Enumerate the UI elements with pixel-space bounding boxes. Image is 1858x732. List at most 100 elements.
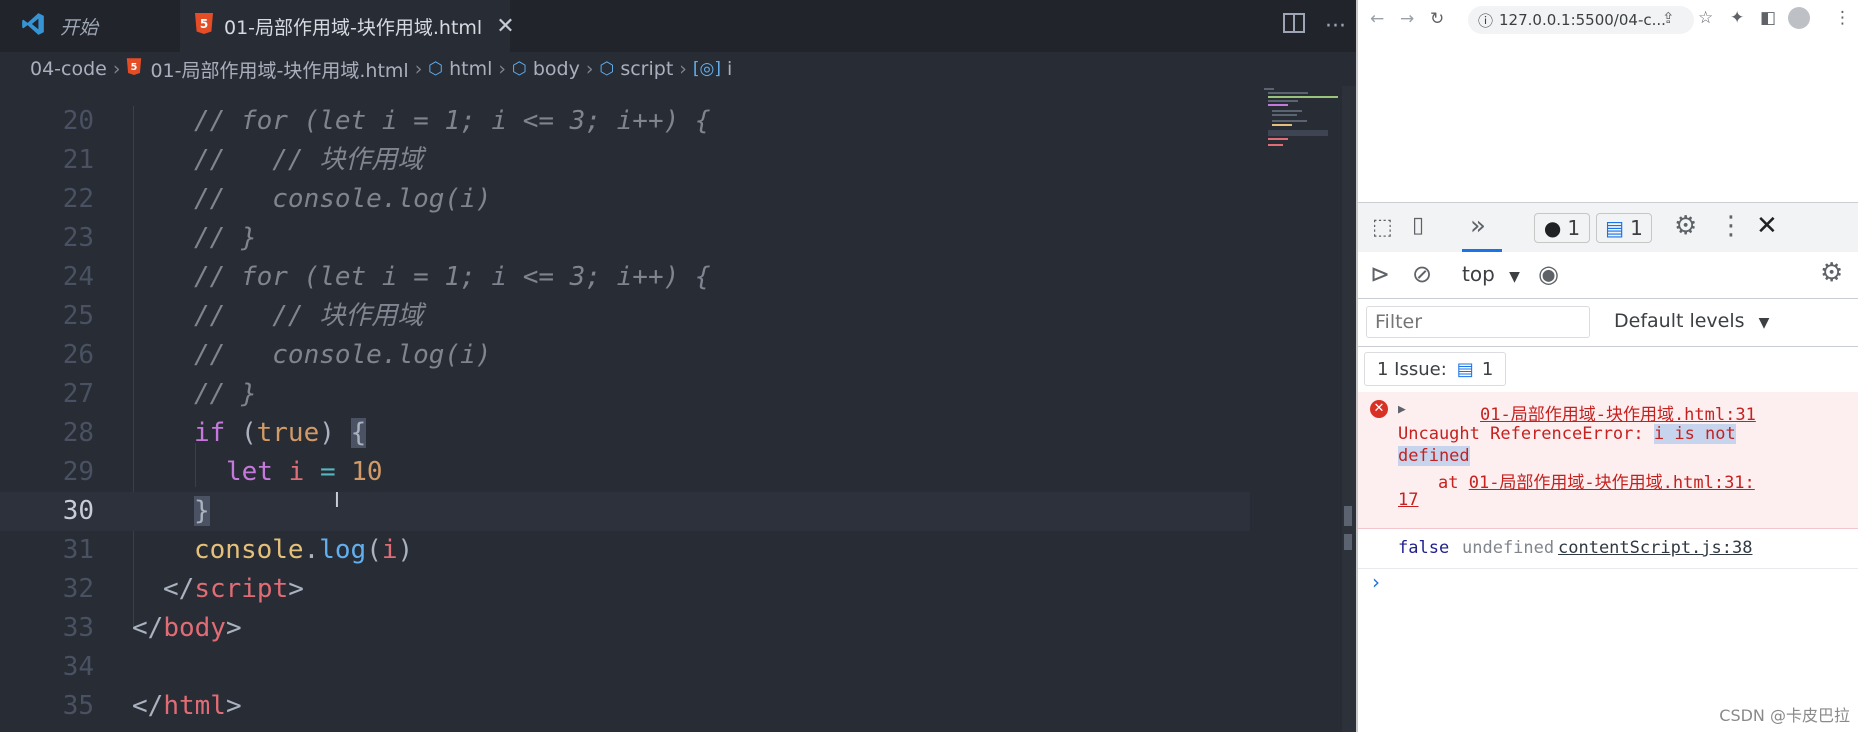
error-count-badge[interactable]: ● 1	[1534, 213, 1590, 243]
code-line-current: 30}	[0, 492, 1250, 531]
chevron-right-icon: ›	[679, 58, 687, 80]
error-message-text: Uncaught ReferenceError:	[1398, 424, 1654, 444]
profile-avatar-icon[interactable]	[1788, 7, 1810, 29]
editor-scrollbar[interactable]	[1342, 86, 1356, 732]
split-editor-icon[interactable]	[1283, 13, 1306, 39]
devtools-toolbar: ⬚ ▯ » ● 1 ▤ 1 ⚙ ⋮ ✕	[1358, 202, 1858, 254]
breadcrumb-item-folder[interactable]: 04-code	[30, 58, 107, 80]
symbol-variable-icon: [◎]	[692, 59, 721, 79]
breadcrumb: 04-code › 5 01-局部作用域-块作用域.html › ⬡ html …	[0, 52, 1356, 86]
settings-gear-icon[interactable]: ⚙	[1674, 211, 1697, 241]
expand-triangle-icon[interactable]: ▶	[1398, 402, 1406, 417]
breadcrumb-item-html[interactable]: html	[449, 58, 492, 80]
symbol-element-icon: ⬡	[599, 59, 615, 79]
code-line: 29 let i = 10	[62, 457, 383, 487]
more-options-icon[interactable]: ⋮	[1718, 211, 1744, 241]
tab-active-file[interactable]: 5 01-局部作用域-块作用域.html ✕	[180, 0, 515, 52]
filter-row: Default levels ▼	[1358, 298, 1858, 347]
code-line: 25// // 块作用域	[62, 301, 424, 331]
sidebar-toggle-icon[interactable]: ⊳	[1370, 260, 1390, 288]
vscode-logo-icon	[20, 11, 46, 42]
device-toolbar-icon[interactable]: ▯	[1412, 213, 1424, 238]
code-line: 23// }	[62, 223, 257, 253]
error-stack-column[interactable]: 17	[1398, 490, 1418, 510]
console-settings-gear-icon[interactable]: ⚙	[1820, 258, 1843, 288]
text-cursor-icon: I	[334, 488, 340, 512]
code-line: 35 </html>	[62, 691, 242, 721]
log-source-link[interactable]: contentScript.js:38	[1558, 538, 1752, 558]
site-info-icon: ⓘ	[1478, 11, 1494, 30]
editor-tab-bar: 开始 5 01-局部作用域-块作用域.html ✕ ···	[0, 0, 1356, 52]
vscode-window: 开始 5 01-局部作用域-块作用域.html ✕ ··· 04-code › …	[0, 0, 1356, 732]
html5-icon: 5	[194, 12, 214, 40]
close-devtools-icon[interactable]: ✕	[1756, 211, 1778, 241]
symbol-element-icon: ⬡	[512, 59, 527, 79]
code-line: 24// for (let i = 1; i <= 3; i++) {	[62, 262, 711, 292]
code-line: 20// for (let i = 1; i <= 3; i++) {	[62, 106, 711, 136]
code-line: 32 </script>	[62, 574, 304, 604]
dropdown-arrow-icon: ▼	[1758, 315, 1770, 331]
side-panel-icon[interactable]: ◧	[1760, 8, 1776, 28]
live-expression-eye-icon[interactable]: ◉	[1538, 260, 1559, 288]
error-stack-link[interactable]: 01-局部作用域-块作用域.html:31:	[1469, 473, 1755, 493]
clear-console-icon[interactable]: ⊘	[1412, 260, 1432, 288]
context-selector[interactable]: top ▼	[1462, 262, 1520, 286]
browser-toolbar: ← → ↻ ⓘ 127.0.0.1:5500/04-c... ⇪ ☆ ✦ ◧ ⋮	[1358, 0, 1858, 40]
error-message-highlight: i is not	[1653, 424, 1736, 444]
minimap[interactable]	[1262, 86, 1342, 156]
svg-text:5: 5	[131, 62, 138, 73]
issues-count-badge[interactable]: ▤ 1	[1596, 213, 1652, 243]
bookmark-star-icon[interactable]: ☆	[1698, 8, 1713, 28]
code-editor[interactable]: 20// for (let i = 1; i <= 3; i++) { 21//…	[0, 86, 1356, 732]
error-source-link[interactable]: 01-局部作用域-块作用域.html:31	[1480, 400, 1756, 425]
breadcrumb-item-body[interactable]: body	[533, 58, 580, 80]
tab-start[interactable]: 开始	[0, 0, 180, 52]
code-line: 28 if (true) {	[62, 418, 367, 448]
address-bar[interactable]: ⓘ 127.0.0.1:5500/04-c...	[1468, 6, 1694, 34]
console-toolbar: ⊳ ⊘ top ▼ ◉ ⚙	[1358, 252, 1858, 299]
error-circle-icon: ✕	[1370, 400, 1388, 418]
more-tabs-icon[interactable]: »	[1470, 211, 1486, 241]
html5-icon: 5	[126, 57, 142, 81]
console-log-message[interactable]: false undefined contentScript.js:38	[1358, 528, 1858, 569]
share-icon[interactable]: ⇪	[1662, 9, 1675, 27]
breadcrumb-item-variable[interactable]: i	[727, 58, 732, 80]
dropdown-arrow-icon: ▼	[1509, 269, 1520, 285]
message-icon: ▤	[1605, 216, 1625, 240]
console-prompt-icon[interactable]: ›	[1372, 570, 1380, 594]
log-value-undefined: undefined	[1462, 538, 1555, 558]
browser-window: ← → ↻ ⓘ 127.0.0.1:5500/04-c... ⇪ ☆ ✦ ◧ ⋮…	[1356, 0, 1858, 732]
error-at-label: at	[1438, 473, 1469, 493]
issues-row: 1 Issue: ▤ 1	[1358, 346, 1858, 393]
code-line: 26// console.log(i)	[62, 340, 492, 370]
chevron-right-icon: ›	[414, 58, 423, 80]
code-line: 31 console.log(i)	[62, 535, 414, 565]
chevron-right-icon: ›	[112, 58, 121, 80]
inspect-element-icon[interactable]: ⬚	[1372, 215, 1393, 240]
tab-start-label: 开始	[60, 16, 99, 39]
breadcrumb-item-file[interactable]: 01-局部作用域-块作用域.html	[150, 56, 408, 83]
more-actions-icon[interactable]: ···	[1325, 14, 1346, 39]
code-line: 22// console.log(i)	[62, 184, 492, 214]
watermark: CSDN @卡皮巴拉	[1719, 706, 1850, 725]
chevron-right-icon: ›	[585, 58, 594, 80]
close-icon[interactable]: ✕	[496, 14, 514, 39]
console-error-message[interactable]: ✕ ▶ 01-局部作用域-块作用域.html:31 Uncaught Refer…	[1358, 392, 1858, 529]
back-icon[interactable]: ←	[1370, 9, 1384, 29]
extensions-icon[interactable]: ✦	[1730, 8, 1744, 28]
browser-menu-icon[interactable]: ⋮	[1834, 8, 1851, 28]
filter-input[interactable]	[1366, 306, 1590, 338]
code-line: 27// }	[62, 379, 257, 409]
breadcrumb-item-script[interactable]: script	[620, 58, 673, 80]
symbol-element-icon: ⬡	[428, 59, 444, 79]
forward-icon[interactable]: →	[1400, 9, 1414, 29]
issues-button[interactable]: 1 Issue: ▤ 1	[1364, 352, 1507, 386]
message-icon: ▤	[1456, 358, 1474, 380]
tab-active-label: 01-局部作用域-块作用域.html	[224, 16, 483, 39]
log-value-false: false	[1398, 538, 1450, 558]
error-message-highlight: defined	[1398, 446, 1470, 466]
code-line: 34	[62, 652, 94, 682]
log-levels-dropdown[interactable]: Default levels ▼	[1614, 310, 1769, 332]
reload-icon[interactable]: ↻	[1430, 9, 1444, 29]
svg-text:5: 5	[200, 17, 208, 31]
